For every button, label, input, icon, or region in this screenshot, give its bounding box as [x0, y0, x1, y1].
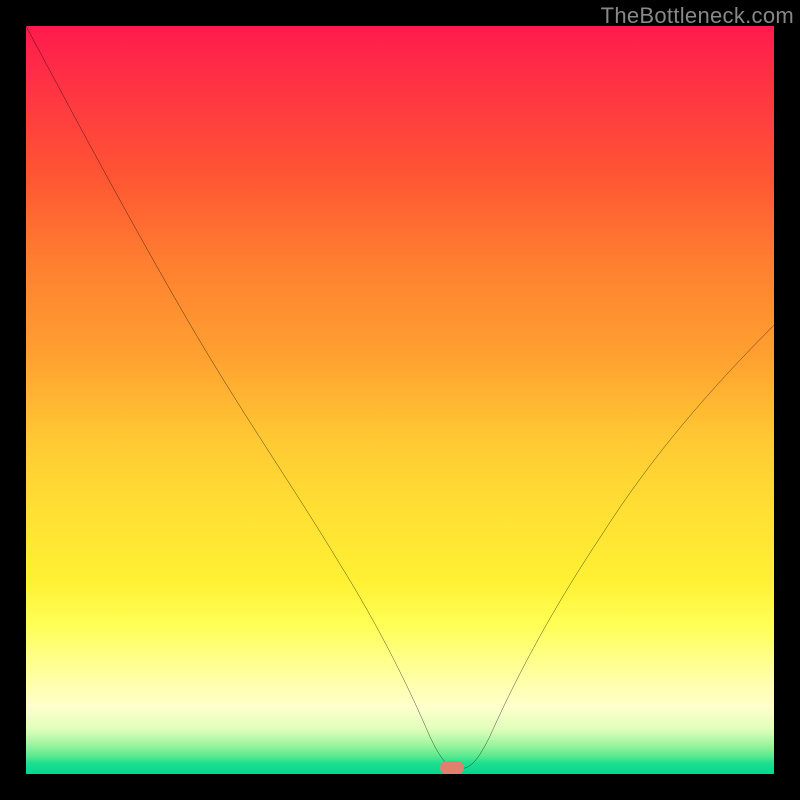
plot-area: [26, 26, 774, 774]
curve-svg: [26, 26, 774, 774]
bottleneck-curve: [26, 26, 774, 769]
chart-container: TheBottleneck.com: [0, 0, 800, 800]
bottleneck-marker: [440, 761, 464, 774]
watermark: TheBottleneck.com: [601, 3, 794, 29]
